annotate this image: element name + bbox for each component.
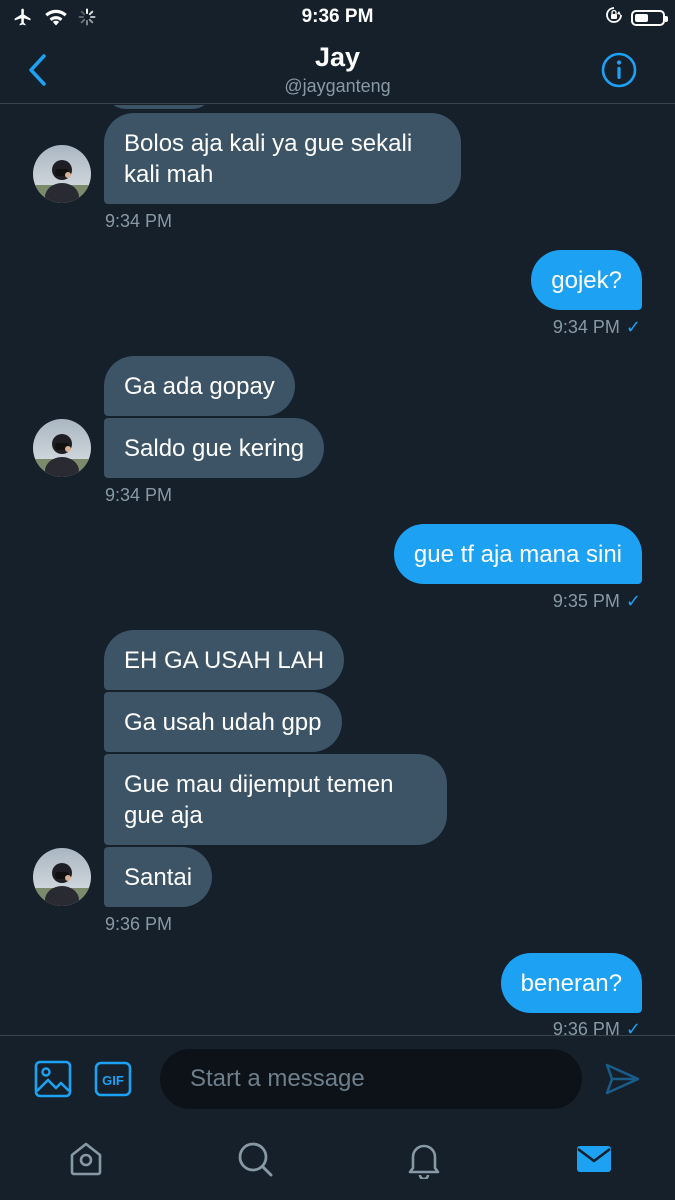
tab-home[interactable] <box>66 1139 106 1179</box>
message-timestamp: 9:34 PM ✓ <box>553 317 641 338</box>
battery-icon <box>631 9 668 26</box>
read-receipt-check-icon: ✓ <box>625 1019 641 1035</box>
image-icon <box>34 1060 72 1098</box>
gif-label: GIF <box>102 1073 124 1088</box>
incoming-message[interactable]: Saldo gue kering <box>104 418 325 478</box>
timestamp-text: 9:34 PM <box>552 317 620 337</box>
battery-cap <box>665 15 668 22</box>
incoming-message[interactable]: Ga usah udah gpp <box>104 692 342 752</box>
timestamp-text: 9:36 PM <box>552 1019 620 1035</box>
status-bar: 9:36 PM <box>0 0 675 34</box>
dm-conversation-screen: 9:36 PM Jay @jayganteng Bolos aja kali y… <box>0 0 675 1200</box>
avatar[interactable] <box>33 145 91 203</box>
contact-handle[interactable]: @jayganteng <box>0 76 675 97</box>
conversation-info-button[interactable] <box>601 52 637 88</box>
search-icon <box>238 1142 273 1177</box>
incoming-message[interactable]: EH GA USAH LAH <box>104 630 345 690</box>
bell-icon <box>408 1144 440 1181</box>
add-photo-button[interactable] <box>34 1060 72 1098</box>
outgoing-message[interactable]: gojek? <box>531 250 642 310</box>
send-icon <box>605 1063 640 1095</box>
message-timestamp: 9:36 PM <box>105 914 173 934</box>
rotation-lock-icon <box>605 6 623 29</box>
read-receipt-check-icon: ✓ <box>625 591 641 611</box>
send-button[interactable] <box>603 1060 641 1098</box>
message-timestamp: 9:36 PM ✓ <box>553 1019 641 1035</box>
timestamp-text: 9:35 PM <box>552 591 620 611</box>
message-list[interactable]: Bolos aja kali ya gue sekali kali mah 9:… <box>0 105 675 1035</box>
message-input[interactable] <box>160 1049 582 1109</box>
incoming-message[interactable]: Bolos aja kali ya gue sekali kali mah <box>104 113 461 204</box>
contact-name[interactable]: Jay <box>0 42 675 73</box>
message-timestamp: 9:34 PM <box>105 211 173 231</box>
incoming-message[interactable]: Santai <box>104 847 213 907</box>
incoming-message[interactable]: Ga ada gopay <box>104 356 295 416</box>
previous-message-fragment <box>104 105 214 109</box>
mail-icon <box>577 1146 611 1172</box>
outgoing-message[interactable]: beneran? <box>500 953 642 1013</box>
message-timestamp: 9:35 PM ✓ <box>553 591 641 612</box>
read-receipt-check-icon: ✓ <box>625 317 641 337</box>
message-composer: GIF <box>0 1035 675 1123</box>
tab-messages[interactable] <box>574 1139 614 1179</box>
add-gif-button[interactable]: GIF <box>94 1061 132 1097</box>
status-time: 9:36 PM <box>301 6 374 27</box>
bottom-tab-bar <box>0 1123 675 1200</box>
info-icon <box>601 52 637 88</box>
avatar[interactable] <box>33 419 91 477</box>
avatar[interactable] <box>33 848 91 906</box>
gif-icon: GIF <box>94 1061 132 1097</box>
conversation-header: Jay @jayganteng <box>0 34 675 104</box>
outgoing-message[interactable]: gue tf aja mana sini <box>393 524 642 584</box>
incoming-message[interactable]: Gue mau dijemput temen gue aja <box>104 754 447 845</box>
home-icon <box>70 1142 102 1176</box>
tab-notifications[interactable] <box>404 1139 444 1181</box>
status-right <box>605 6 668 29</box>
message-timestamp: 9:34 PM <box>105 485 173 505</box>
battery-level <box>635 13 648 22</box>
tab-search[interactable] <box>235 1139 275 1179</box>
